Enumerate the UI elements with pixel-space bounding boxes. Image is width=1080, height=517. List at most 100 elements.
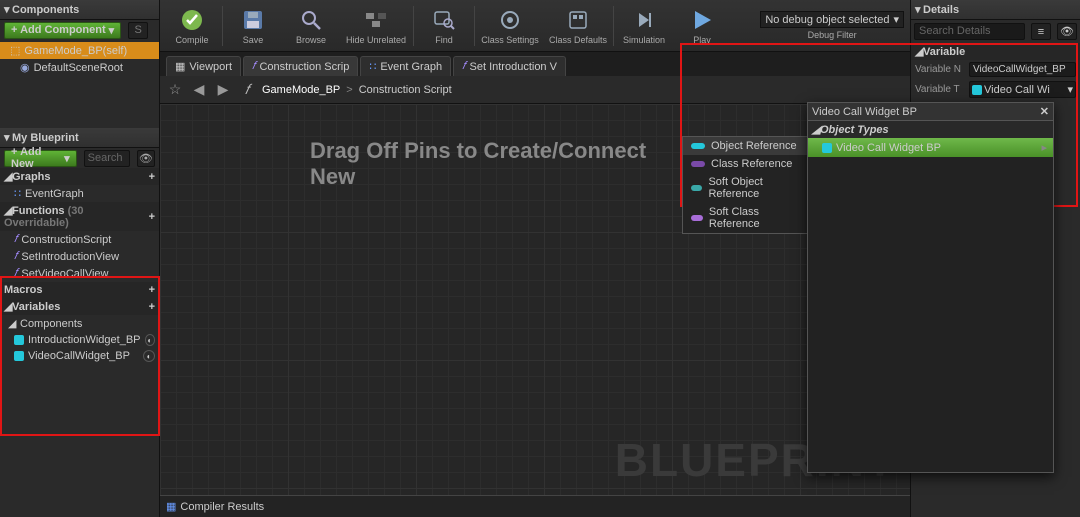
type-pill-icon bbox=[14, 335, 24, 345]
add-component-button[interactable]: + Add Component▾ bbox=[4, 22, 121, 39]
forward-button[interactable]: ▶ bbox=[214, 81, 232, 99]
variable-item[interactable]: VideoCallWidget_BP ◐ bbox=[0, 348, 159, 364]
components-subgroup[interactable]: Components bbox=[20, 318, 82, 330]
function-icon: 𝑓 bbox=[14, 250, 17, 263]
function-icon: 𝑓 bbox=[462, 60, 465, 73]
details-filter-button[interactable]: ≡ bbox=[1031, 23, 1051, 40]
type-pill-icon bbox=[822, 143, 832, 153]
add-function-button[interactable]: + bbox=[149, 211, 155, 223]
tab-eventgraph[interactable]: ∷Event Graph bbox=[360, 56, 451, 76]
object-reference-option[interactable]: Object Reference bbox=[683, 137, 815, 155]
type-pill-icon bbox=[14, 351, 24, 361]
back-button[interactable]: ◀ bbox=[190, 81, 208, 99]
details-search-input[interactable]: Search Details bbox=[914, 23, 1025, 40]
type-pill-icon bbox=[691, 161, 705, 167]
tab-viewport[interactable]: ▦Viewport bbox=[166, 56, 241, 76]
components-panel-header[interactable]: ▾ Components bbox=[0, 0, 159, 20]
variable-item[interactable]: IntroductionWidget_BP ◐ bbox=[0, 332, 159, 348]
popup-type-option[interactable]: Video Call Widget BP ▸ bbox=[808, 138, 1053, 157]
simulation-button[interactable]: Simulation bbox=[616, 2, 672, 50]
blueprint-icon: ⬚ bbox=[10, 44, 20, 57]
soft-object-reference-option[interactable]: Soft Object Reference bbox=[683, 173, 815, 203]
type-pill-icon bbox=[691, 215, 703, 221]
components-search-button[interactable]: S bbox=[128, 22, 148, 39]
myblueprint-settings-button[interactable]: 👁 bbox=[137, 150, 155, 167]
gear-icon bbox=[497, 7, 523, 33]
play-button[interactable]: Play bbox=[674, 2, 730, 50]
variable-name-row: Variable N VideoCallWidget_BP bbox=[911, 60, 1080, 79]
sphere-icon: ◉ bbox=[20, 61, 30, 74]
graph-icon: ∷ bbox=[369, 60, 376, 73]
chevron-down-icon: ▾ bbox=[4, 3, 12, 16]
type-pill-icon bbox=[972, 85, 982, 95]
popup-section-header: ◢Object Types bbox=[808, 121, 1053, 138]
class-defaults-button[interactable]: Class Defaults bbox=[545, 2, 611, 50]
viewport-icon: ▦ bbox=[175, 60, 185, 73]
macros-section-header[interactable]: Macros + bbox=[0, 282, 159, 298]
simulation-icon bbox=[631, 7, 657, 33]
chevron-down-icon: ▾ bbox=[4, 131, 12, 144]
type-pill-icon bbox=[691, 185, 702, 191]
function-icon: 𝑓 bbox=[252, 60, 255, 73]
popup-close-button[interactable]: ✕ bbox=[1040, 105, 1049, 118]
function-item[interactable]: 𝑓ConstructionScript bbox=[0, 231, 159, 248]
compiler-tab-icon: ▦ bbox=[166, 500, 176, 513]
toolbar: Compile Save Browse Hide Unrelated Find bbox=[160, 0, 910, 52]
components-title: Components bbox=[12, 4, 79, 16]
compile-button[interactable]: Compile bbox=[164, 2, 220, 50]
function-icon: 𝑓 bbox=[14, 233, 17, 246]
eventgraph-item[interactable]: ∷EventGraph bbox=[0, 185, 159, 202]
save-icon bbox=[240, 7, 266, 33]
variable-type-row: Variable T Video Call Wi ▾ bbox=[911, 79, 1080, 100]
graphs-section-header[interactable]: ◢Graphs + bbox=[0, 168, 159, 185]
function-item[interactable]: 𝑓SetIntroductionView bbox=[0, 248, 159, 265]
class-settings-button[interactable]: Class Settings bbox=[477, 2, 543, 50]
function-icon: 𝑓 bbox=[14, 267, 17, 280]
details-title: Details bbox=[923, 4, 959, 16]
debug-object-selector[interactable]: No debug object selected▾ bbox=[760, 11, 904, 28]
tab-construction[interactable]: 𝑓Construction Scrip bbox=[243, 56, 358, 76]
compiler-results-tab[interactable]: Compiler Results bbox=[180, 501, 264, 513]
soft-class-reference-option[interactable]: Soft Class Reference bbox=[683, 203, 815, 233]
add-graph-button[interactable]: + bbox=[149, 171, 155, 183]
variable-section-header[interactable]: ◢Variable bbox=[911, 43, 1080, 60]
debug-filter-label: Debug Filter bbox=[808, 30, 857, 40]
chevron-right-icon: ▸ bbox=[1041, 141, 1047, 154]
myblueprint-title: My Blueprint bbox=[12, 132, 79, 144]
browse-button[interactable]: Browse bbox=[283, 2, 339, 50]
details-view-button[interactable]: 👁 bbox=[1057, 23, 1077, 40]
chevron-down-icon: ▾ bbox=[915, 3, 923, 16]
popup-title: Video Call Widget BP bbox=[812, 106, 917, 118]
visibility-toggle[interactable]: ◐ bbox=[145, 334, 155, 346]
graph-icon: ∷ bbox=[14, 187, 21, 200]
default-scene-root-item[interactable]: ◉ DefaultSceneRoot bbox=[0, 59, 159, 76]
variable-type-dropdown[interactable]: Video Call Wi ▾ bbox=[969, 81, 1076, 98]
visibility-toggle[interactable]: ◐ bbox=[143, 350, 155, 362]
add-macro-button[interactable]: + bbox=[149, 284, 155, 296]
class-reference-option[interactable]: Class Reference bbox=[683, 155, 815, 173]
hide-icon bbox=[363, 7, 389, 33]
type-pill-icon bbox=[691, 143, 705, 149]
hide-unrelated-button[interactable]: Hide Unrelated bbox=[341, 2, 411, 50]
functions-section-header[interactable]: ◢Functions (30 Overridable) + bbox=[0, 202, 159, 231]
save-button[interactable]: Save bbox=[225, 2, 281, 50]
reference-type-submenu: Object Reference Class Reference Soft Ob… bbox=[682, 136, 816, 234]
breadcrumb: ☆ ◀ ▶ 𝑓 GameMode_BP > Construction Scrip… bbox=[160, 76, 910, 104]
myblueprint-panel-header[interactable]: ▾ My Blueprint bbox=[0, 128, 159, 148]
tab-setintro[interactable]: 𝑓Set Introduction V bbox=[453, 56, 566, 76]
editor-tabs: ▦Viewport 𝑓Construction Scrip ∷Event Gra… bbox=[160, 52, 910, 76]
add-variable-button[interactable]: + bbox=[149, 301, 155, 313]
find-icon bbox=[431, 7, 457, 33]
function-item[interactable]: 𝑓SetVideoCallView bbox=[0, 265, 159, 282]
breadcrumb-page: Construction Script bbox=[359, 84, 452, 96]
myblueprint-search-input[interactable]: Search bbox=[84, 150, 130, 167]
play-icon bbox=[689, 7, 715, 33]
gamemode-self-item[interactable]: ⬚ GameMode_BP(self) bbox=[0, 42, 159, 59]
star-icon[interactable]: ☆ bbox=[166, 81, 184, 99]
find-button[interactable]: Find bbox=[416, 2, 472, 50]
breadcrumb-file[interactable]: GameMode_BP bbox=[262, 84, 340, 96]
variables-section-header[interactable]: ◢Variables + bbox=[0, 298, 159, 315]
variable-name-input[interactable]: VideoCallWidget_BP bbox=[969, 62, 1076, 77]
details-panel-header[interactable]: ▾ Details bbox=[911, 0, 1080, 20]
add-new-button[interactable]: + Add New▾ bbox=[4, 150, 77, 167]
